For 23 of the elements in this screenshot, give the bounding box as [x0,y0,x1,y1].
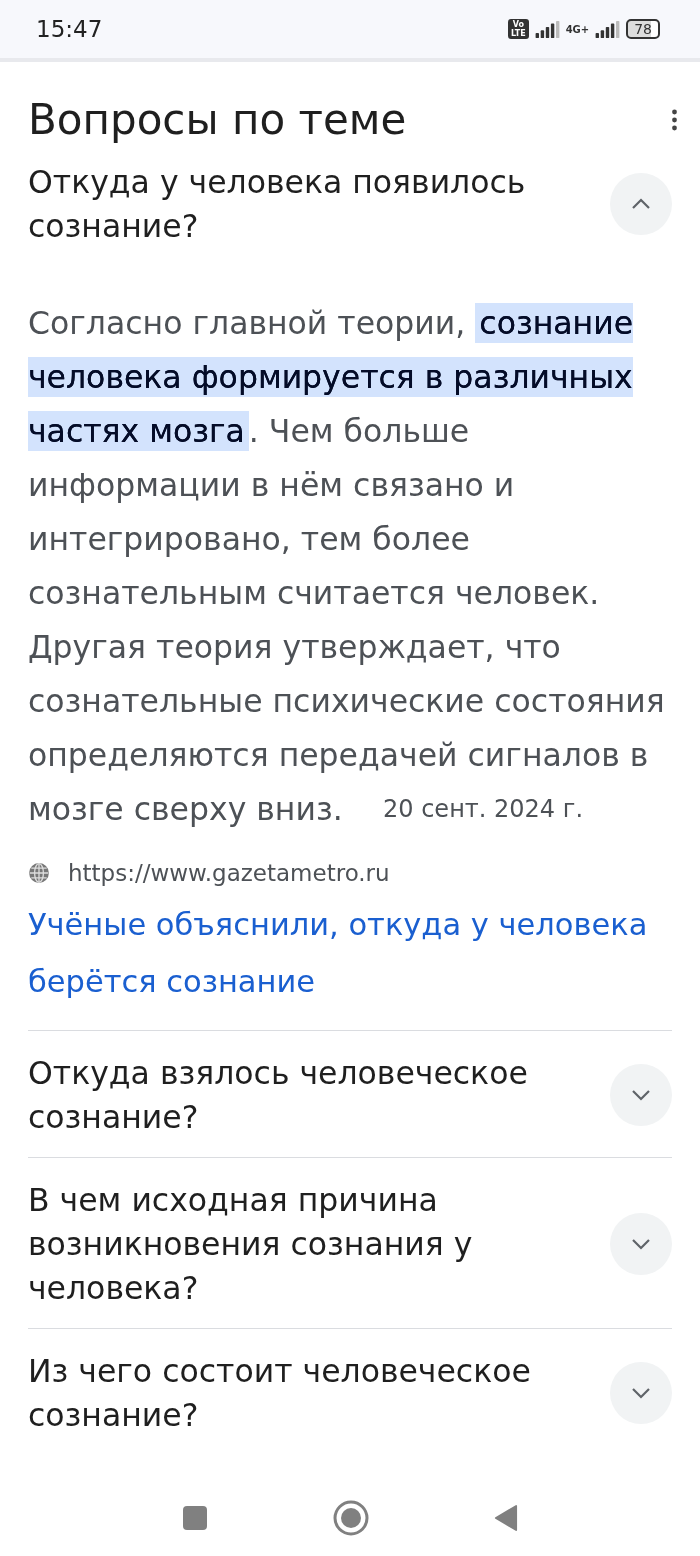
source-url: https://www.gazetametro.ru [68,860,390,886]
question-text[interactable]: Откуда у человека появилось сознание? [28,160,590,248]
question-text[interactable]: Откуда взялось человеческое сознание? [28,1051,590,1139]
question-text[interactable]: Из чего состоит человеческое сознание? [28,1349,590,1437]
chevron-down-icon [631,1238,651,1250]
section-title: Вопросы по теме [28,94,407,146]
recents-icon[interactable] [182,1505,208,1531]
signal-icon [534,20,560,38]
article-link[interactable]: Учёные объяснили, откуда у человека берётся сознание [28,896,672,1010]
chevron-down-icon [631,1387,651,1399]
volte-badge: Vo LTE [507,19,529,39]
chevron-down-icon [631,1089,651,1101]
globe-icon [28,862,50,884]
back-icon[interactable] [494,1503,518,1533]
network-label: 4G+ [565,23,590,35]
answer-date: 20 сент. 2024 г. [383,794,583,825]
home-icon[interactable] [333,1500,369,1536]
chevron-up-icon [631,198,651,210]
more-icon[interactable] [671,109,678,131]
battery-indicator: 78 [626,19,660,39]
question-text[interactable]: В чем исходная причина возникновения сознания у человека? [28,1178,590,1310]
signal-icon [595,20,621,38]
clock: 15:47 [36,16,103,42]
